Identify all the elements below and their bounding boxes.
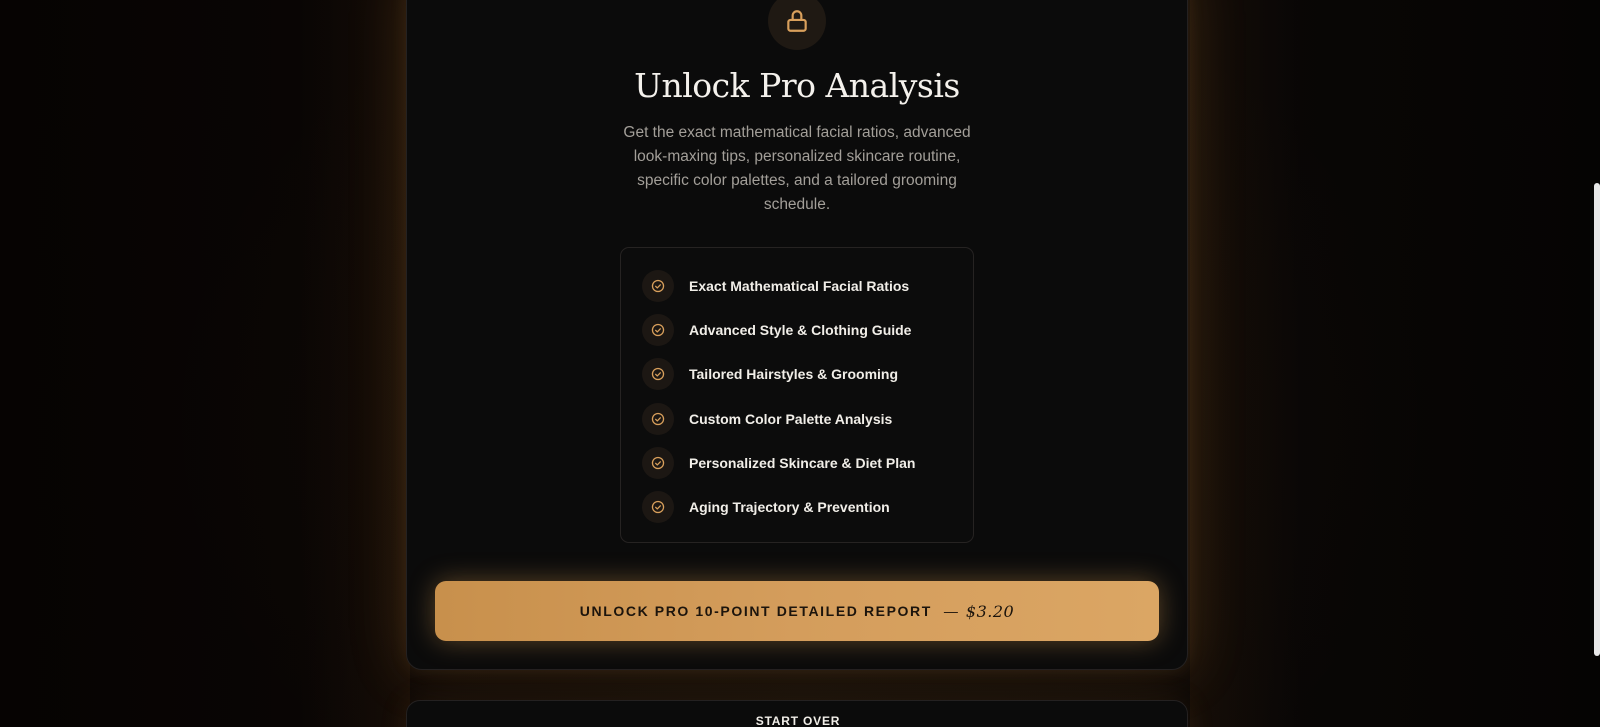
feature-label: Aging Trajectory & Prevention <box>689 499 890 515</box>
unlock-pro-report-button[interactable]: UNLOCK PRO 10-POINT DETAILED REPORT — $3… <box>435 581 1159 641</box>
check-circle-icon <box>642 447 674 479</box>
feature-label: Tailored Hairstyles & Grooming <box>689 366 899 382</box>
start-over-card: START OVER <box>406 700 1188 727</box>
check-circle-icon <box>642 358 674 390</box>
unlock-button-label: UNLOCK PRO 10-POINT DETAILED REPORT <box>579 603 932 619</box>
background-glow-left <box>300 0 410 727</box>
page-subtitle: Get the exact mathematical facial ratios… <box>623 124 971 213</box>
feature-list: Exact Mathematical Facial Ratios Advance… <box>620 247 974 543</box>
background-glow-right <box>1190 0 1300 727</box>
check-circle-icon <box>642 270 674 302</box>
price-separator: — <box>943 603 958 619</box>
scrollbar-thumb[interactable] <box>1594 183 1600 656</box>
list-item: Exact Mathematical Facial Ratios <box>642 270 909 302</box>
list-item: Custom Color Palette Analysis <box>642 403 892 435</box>
check-circle-icon <box>642 491 674 523</box>
start-over-button[interactable]: START OVER <box>407 714 1189 727</box>
page-title: Unlock Pro Analysis <box>634 66 960 105</box>
page: Unlock Pro Analysis Get the exact mathem… <box>0 0 1600 727</box>
feature-label: Custom Color Palette Analysis <box>689 411 893 427</box>
list-item: Personalized Skincare & Diet Plan <box>642 447 915 479</box>
list-item: Tailored Hairstyles & Grooming <box>642 358 898 390</box>
list-item: Advanced Style & Clothing Guide <box>642 314 911 346</box>
feature-label: Exact Mathematical Facial Ratios <box>689 278 910 294</box>
feature-label: Advanced Style & Clothing Guide <box>689 322 912 338</box>
feature-label: Personalized Skincare & Diet Plan <box>689 455 916 471</box>
lock-icon <box>787 10 807 32</box>
check-circle-icon <box>642 314 674 346</box>
list-item: Aging Trajectory & Prevention <box>642 491 890 523</box>
check-circle-icon <box>642 403 674 435</box>
price-label: $3.20 <box>965 601 1015 621</box>
